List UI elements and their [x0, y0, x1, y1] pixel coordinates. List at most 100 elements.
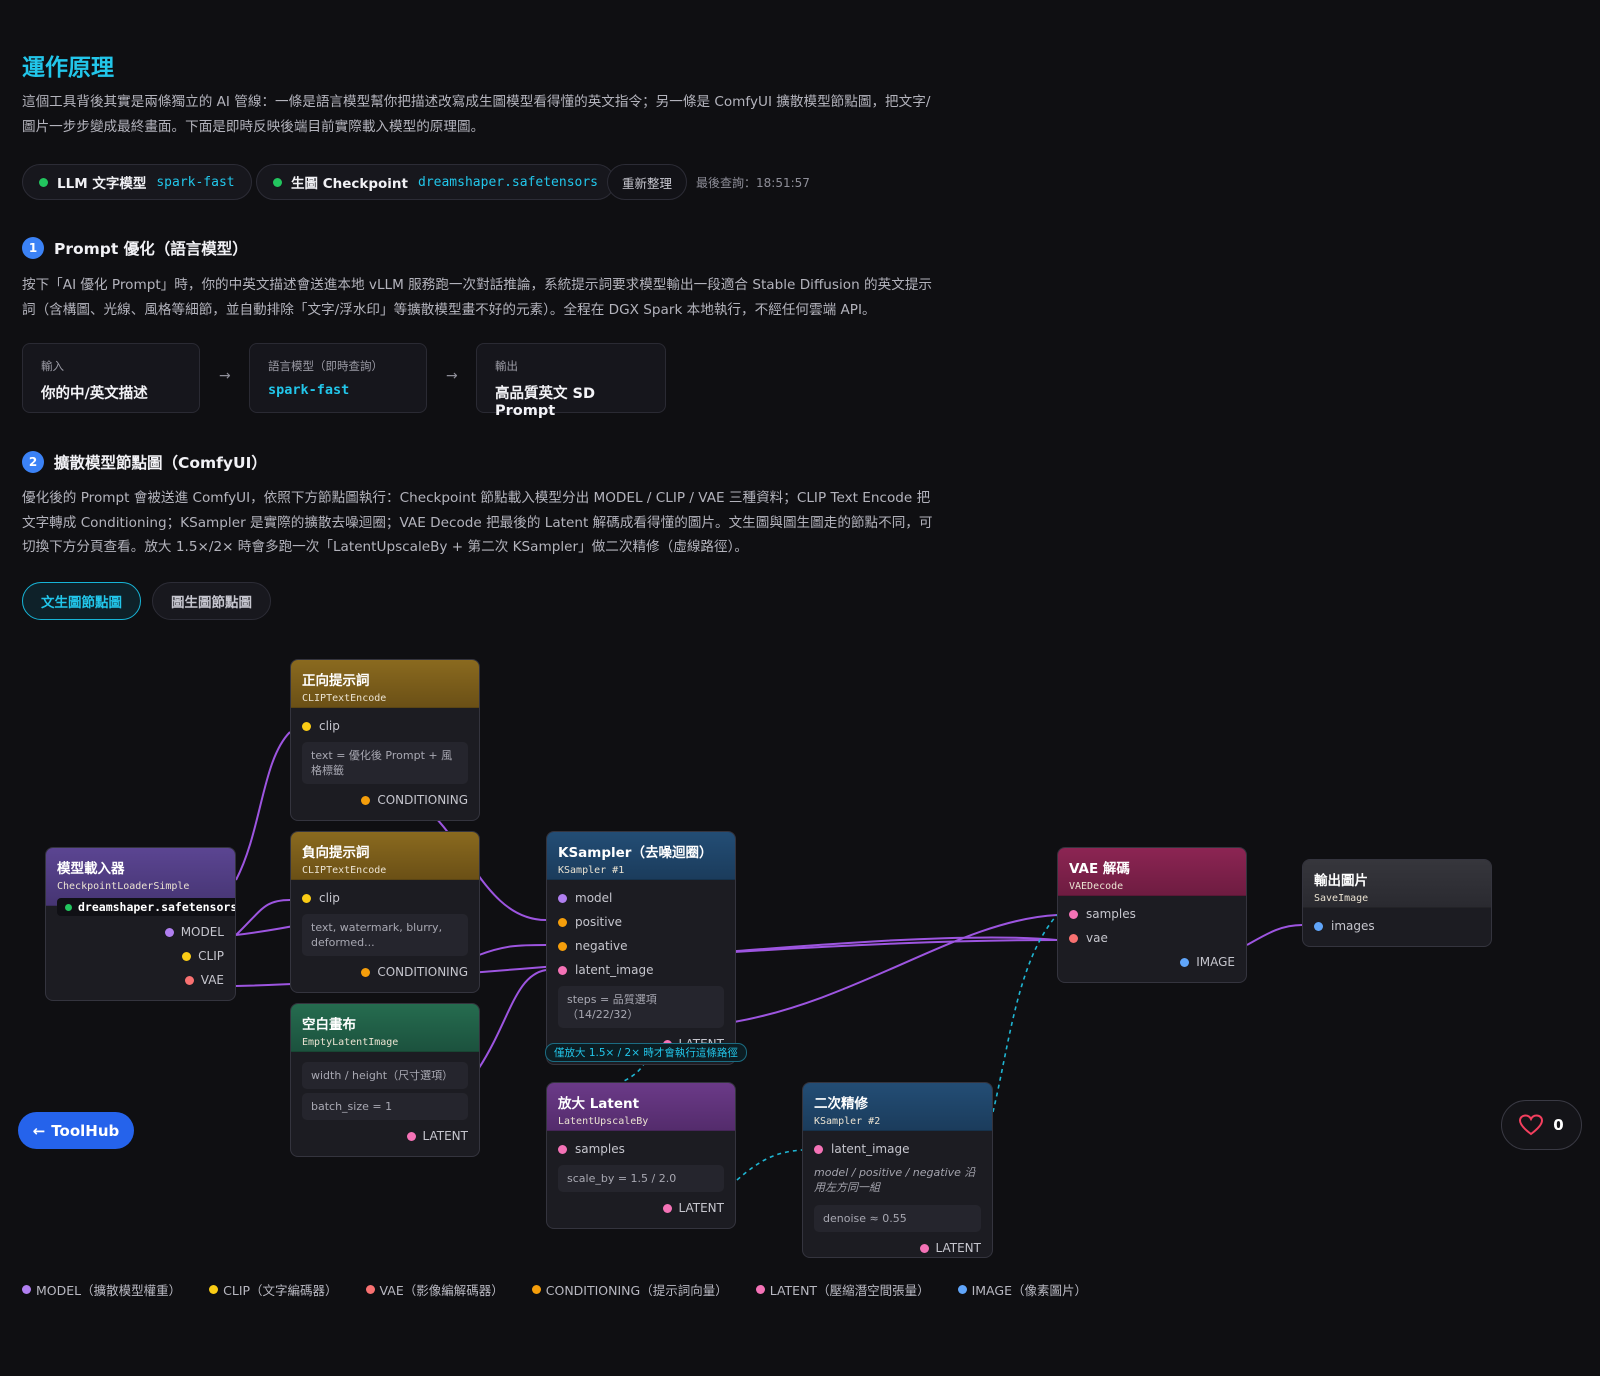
upscale-path-note: 僅放大 1.5× / 2× 時才會執行這條路徑 [545, 1043, 747, 1062]
node-param: text, watermark, blurry, deformed... [302, 914, 468, 956]
node-param: batch_size = 1 [302, 1093, 468, 1120]
port-dot [302, 721, 311, 731]
node-refine-ksampler[interactable]: 二次精修 KSampler #2 latent_image model / po… [802, 1082, 993, 1258]
wire-dashed-refine-to-vaedecode [992, 914, 1058, 1113]
legend-item-image: IMAGE（像素圖片） [957, 1280, 1087, 1299]
legend-dot [209, 1285, 219, 1294]
section1-number: 1 [22, 237, 44, 259]
wire-ksampler-to-vae-long [733, 939, 1058, 953]
port-dot [558, 941, 567, 951]
node-type: EmptyLatentImage [302, 1037, 399, 1048]
node-header: 空白畫布 EmptyLatentImage [291, 1004, 479, 1052]
pipeline-input-key: 輸入 [41, 359, 64, 373]
port-image: IMAGE [1069, 950, 1235, 974]
port-vae: vae [1069, 926, 1235, 950]
node-header: 放大 Latent LatentUpscaleBy [547, 1083, 735, 1131]
section2-desc: 優化後的 Prompt 會被送進 ComfyUI，依照下方節點圖執行：Check… [22, 490, 933, 555]
node-header: KSampler（去噪迴圈） KSampler #1 [547, 832, 735, 880]
wire-dashed-upscale-to-refine [736, 1149, 803, 1181]
pipeline-output-value: 高品質英文 SD Prompt [495, 386, 596, 419]
port-latent-image: latent_image [814, 1137, 981, 1161]
node-type: SaveImage [1314, 893, 1369, 904]
section1-heading: 1 Prompt 優化（語言模型） [22, 237, 248, 259]
pipeline-arrow-icon: → [446, 368, 458, 384]
node-title: VAE 解碼 [1069, 861, 1130, 877]
node-empty-latent[interactable]: 空白畫布 EmptyLatentImage width / height（尺寸選… [290, 1003, 480, 1157]
node-latent-upscale[interactable]: 放大 Latent LatentUpscaleBy samples scale_… [546, 1082, 736, 1229]
node-title: 放大 Latent [558, 1096, 640, 1112]
legend-dot [365, 1285, 375, 1294]
port-dot [184, 975, 194, 985]
wire-ksampler-to-vaedecode [733, 914, 1058, 1023]
port-clip: clip [302, 714, 468, 738]
port-dot [814, 1144, 823, 1154]
port-dot [662, 1203, 672, 1213]
checkpoint-model: dreamshaper.safetensors [418, 174, 599, 190]
like-button[interactable]: 0 [1501, 1100, 1582, 1150]
node-ksampler[interactable]: KSampler（去噪迴圈） KSampler #1 model positiv… [546, 831, 736, 1065]
legend-item-vae: VAE（影像編解碼器） [365, 1280, 504, 1299]
refresh-button[interactable]: 重新整理 [607, 164, 688, 200]
port-dot [406, 1131, 416, 1141]
node-checkpoint-loader[interactable]: 模型載入器 CheckpointLoaderSimple dreamshaper… [45, 847, 236, 1001]
port-dot [919, 1243, 929, 1253]
node-param: denoise ≈ 0.55 [814, 1205, 981, 1232]
heart-icon [1519, 1114, 1544, 1136]
section1-title: Prompt 優化（語言模型） [54, 240, 248, 258]
port-model: model [558, 886, 724, 910]
node-param: steps = 品質選項（14/22/32） [558, 986, 724, 1028]
port-vae: VAE [57, 968, 224, 992]
node-type: VAEDecode [1069, 881, 1124, 892]
node-header: 正向提示詞 CLIPTextEncode [291, 660, 479, 708]
pipeline-output-box: 輸出 高品質英文 SD Prompt [476, 343, 666, 419]
wire-clip-to-positive [235, 731, 291, 881]
node-type: CLIPTextEncode [302, 865, 387, 876]
page-title: 運作原理 [22, 55, 114, 81]
node-type: KSampler #1 [558, 865, 625, 876]
llm-status-dot [39, 177, 48, 187]
node-param: text = 優化後 Prompt + 風格標籤 [302, 742, 468, 784]
node-vae-decode[interactable]: VAE 解碼 VAEDecode samples vae IMAGE [1057, 847, 1247, 983]
intro-text: 這個工具背後其實是兩條獨立的 AI 管線：一條是語言模型幫你把描述改寫成生圖模型… [22, 94, 931, 135]
node-save-image[interactable]: 輸出圖片 SaveImage images [1302, 859, 1492, 947]
section2-heading: 2 擴散模型節點圖（ComfyUI） [22, 451, 267, 473]
refine-note: model / positive / negative 沿用左方同一組 [814, 1166, 976, 1194]
legend-dot [531, 1285, 541, 1294]
port-dot [361, 967, 371, 977]
tab-txt2img[interactable]: 文生圖節點圖 [22, 582, 141, 620]
node-title: 輸出圖片 [1314, 873, 1368, 889]
node-negative-prompt[interactable]: 負向提示詞 CLIPTextEncode clip text, watermar… [290, 831, 480, 993]
node-param: width / height（尺寸選項） [302, 1062, 468, 1089]
node-title: KSampler（去噪迴圈） [558, 845, 713, 861]
port-model: MODEL [57, 920, 224, 944]
llm-model: spark-fast [156, 174, 235, 190]
checkpoint-status-chip: 生圖 Checkpoint dreamshaper.safetensors [256, 164, 616, 200]
node-graph-wires [235, 731, 1303, 1181]
port-latent: LATENT [814, 1236, 981, 1257]
pipeline-output-key: 輸出 [495, 359, 518, 373]
section2-title: 擴散模型節點圖（ComfyUI） [54, 454, 267, 472]
node-type: LatentUpscaleBy [558, 1116, 649, 1127]
tab-img2img[interactable]: 圖生圖節點圖 [152, 582, 271, 620]
loader-model-badge: dreamshaper.safetensors [57, 898, 235, 916]
pipeline-input-box: 輸入 你的中/英文描述 [22, 343, 200, 413]
node-type: CheckpointLoaderSimple [57, 881, 190, 892]
port-latent: LATENT [558, 1196, 724, 1220]
wire-image-to-save [1246, 924, 1303, 946]
type-legend: MODEL（擴散模型權重） CLIP（文字編碼器） VAE（影像編解碼器） CO… [22, 1280, 1115, 1299]
wire-negative-to-ksampler [478, 944, 547, 956]
port-negative: negative [558, 934, 724, 958]
port-samples: samples [1069, 902, 1235, 926]
section2-number: 2 [22, 451, 44, 473]
port-dot [558, 893, 567, 903]
section1-desc: 按下「AI 優化 Prompt」時，你的中英文描述會送進本地 vLLM 服務跑一… [22, 277, 933, 318]
port-conditioning: CONDITIONING [302, 960, 468, 984]
pipeline-llm-box: 語言模型（即時查詢） spark-fast [249, 343, 427, 413]
llm-label: LLM 文字模型 [57, 176, 147, 192]
node-title: 負向提示詞 [302, 845, 370, 861]
pipeline-input-value: 你的中/英文描述 [41, 386, 148, 402]
toolhub-back-button[interactable]: ← ToolHub [18, 1112, 134, 1149]
node-title: 模型載入器 [57, 861, 125, 877]
node-positive-prompt[interactable]: 正向提示詞 CLIPTextEncode clip text = 優化後 Pro… [290, 659, 480, 821]
port-dot [558, 1144, 567, 1154]
